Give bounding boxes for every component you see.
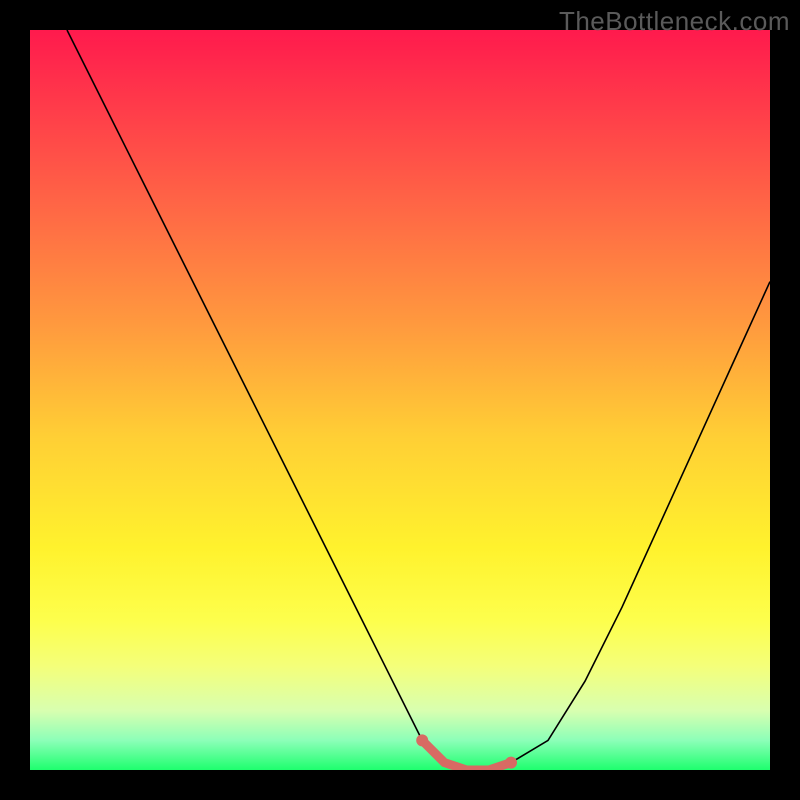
optimal-range-end-dot <box>505 757 517 769</box>
chart-frame: TheBottleneck.com <box>0 0 800 800</box>
optimal-range-start-dot <box>416 734 428 746</box>
watermark-text: TheBottleneck.com <box>559 6 790 37</box>
plot-area <box>30 30 770 770</box>
bottleneck-curve-line <box>67 30 770 770</box>
optimal-range-highlight <box>422 740 511 770</box>
chart-svg <box>30 30 770 770</box>
